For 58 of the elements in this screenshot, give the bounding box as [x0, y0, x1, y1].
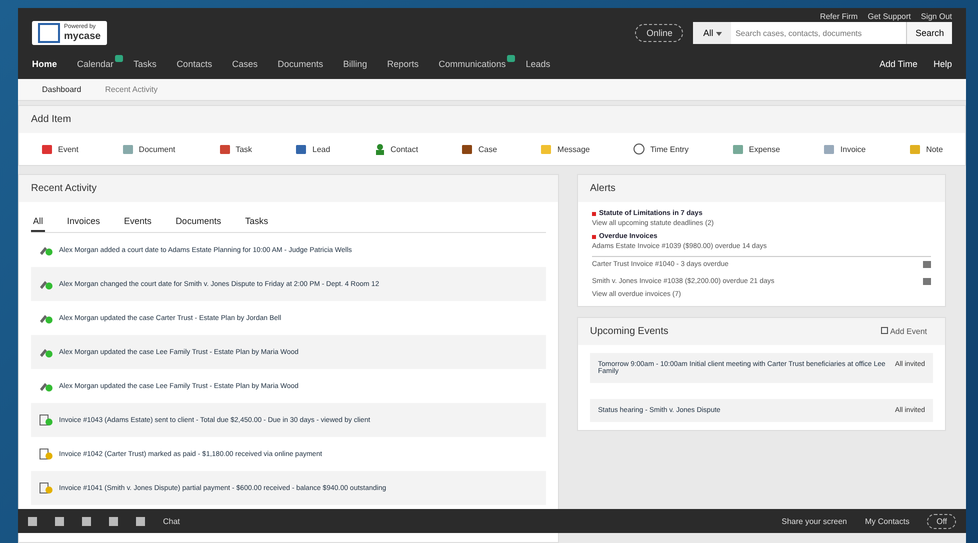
subnav-tab[interactable]: Dashboard	[42, 85, 82, 94]
nav-item[interactable]: Communications	[438, 59, 506, 69]
activity-tab[interactable]: Invoices	[65, 212, 102, 232]
subnav-tab[interactable]: Recent Activity	[105, 85, 158, 94]
gavel-check-icon	[39, 346, 53, 358]
panel-title: Upcoming Events	[590, 326, 668, 337]
add-item-button[interactable]: Document	[114, 141, 184, 157]
nav-item[interactable]: Contacts	[176, 59, 212, 69]
nav-item[interactable]: Documents	[278, 59, 324, 69]
nav-link[interactable]: Add Time	[879, 59, 918, 69]
add-item-button[interactable]: Event	[33, 141, 86, 157]
status-toggle[interactable]: Online	[635, 24, 684, 42]
nav-link[interactable]: Help	[933, 59, 952, 69]
header-link[interactable]: Get Support	[868, 12, 911, 21]
activity-tab[interactable]: Tasks	[243, 212, 270, 232]
gavel-check-icon	[39, 312, 53, 324]
toggle-switch[interactable]: Off	[927, 514, 956, 528]
add-item-button[interactable]: Time Entry	[625, 141, 697, 157]
clock-icon	[633, 143, 646, 155]
document-check-icon	[39, 448, 53, 460]
gavel-check-icon	[39, 278, 53, 290]
chat-link[interactable]: Chat	[163, 516, 180, 526]
activity-tab[interactable]: Documents	[174, 212, 224, 232]
search-button[interactable]: Search	[906, 22, 952, 44]
nav-item[interactable]: Tasks	[134, 59, 157, 69]
gavel-check-icon	[39, 380, 53, 392]
document-check-icon	[39, 482, 53, 494]
calendar-icon	[41, 143, 53, 155]
nav-item[interactable]: Home	[32, 59, 58, 69]
search-field[interactable]: All Search cases, contacts, documents Search	[693, 22, 952, 44]
nav-item[interactable]: Billing	[343, 59, 368, 69]
gavel-check-icon	[39, 244, 53, 256]
add-item-button[interactable]: Lead	[287, 141, 338, 157]
nav-item[interactable]: Cases	[232, 59, 258, 69]
activity-tab[interactable]: Events	[122, 212, 154, 232]
nav-item[interactable]: Leads	[526, 59, 550, 69]
panel-title: Alerts	[590, 183, 616, 194]
header-link[interactable]: Refer Firm	[820, 12, 858, 21]
caret-icon	[716, 32, 722, 36]
toolbar-link[interactable]: Share your screen	[782, 516, 847, 526]
add-item-button[interactable]: Case	[453, 141, 506, 157]
add-item-button[interactable]: Invoice	[815, 141, 874, 157]
person-icon	[374, 143, 386, 155]
panel-title: Recent Activity	[31, 183, 97, 194]
nav-item[interactable]: Calendar	[77, 59, 114, 69]
document-check-icon	[39, 414, 53, 426]
add-item-button[interactable]: Task	[210, 141, 260, 157]
add-item-button[interactable]: Expense	[724, 141, 788, 157]
header-link[interactable]: Sign Out	[920, 12, 952, 21]
add-item-button[interactable]: Message	[532, 141, 598, 157]
add-item-button[interactable]: Contact	[366, 141, 426, 157]
add-item-button[interactable]: Note	[901, 141, 951, 157]
calendar-icon	[881, 327, 888, 334]
panel-title: Add Item	[31, 114, 72, 125]
nav-item[interactable]: Reports	[387, 59, 419, 69]
toolbar-link[interactable]: My Contacts	[865, 516, 910, 526]
scope-dropdown[interactable]: All	[693, 22, 732, 44]
add-event-button[interactable]: Add Event	[875, 326, 933, 337]
